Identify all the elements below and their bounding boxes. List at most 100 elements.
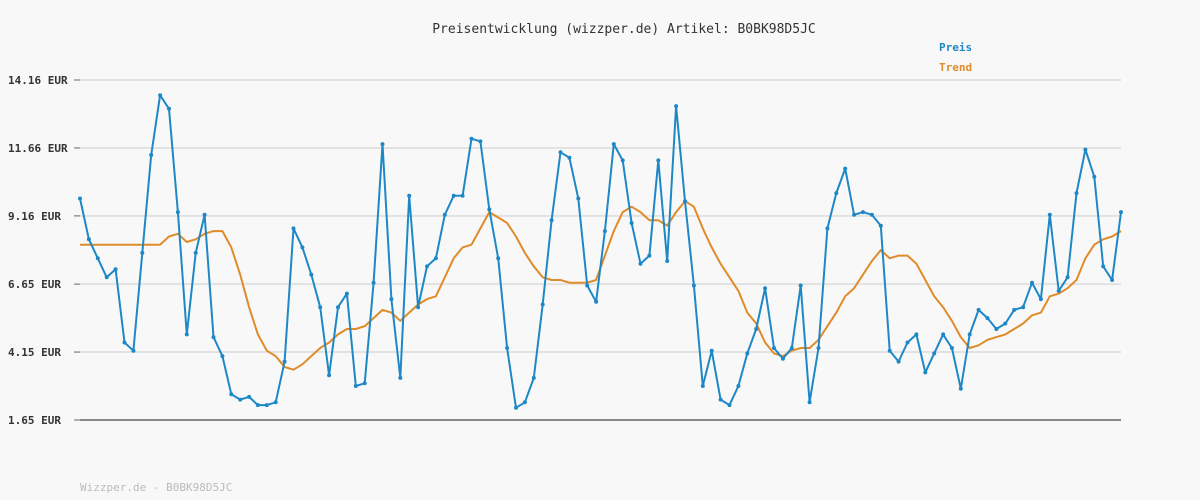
data-point-preis (718, 397, 723, 402)
data-point-preis (1047, 212, 1052, 217)
data-point-preis (149, 153, 154, 157)
data-point-preis (469, 136, 474, 141)
data-point-preis (620, 158, 625, 163)
data-point-preis (700, 384, 705, 388)
data-point-preis (309, 272, 314, 277)
data-point-preis (896, 359, 901, 364)
data-point-preis (522, 400, 527, 405)
data-point-preis (505, 346, 510, 350)
data-point-preis (763, 286, 768, 291)
data-point-preis (1101, 264, 1106, 269)
legend-item-trend: Trend (939, 61, 972, 74)
chart-title: Preisentwicklung (wizzper.de) Artikel: B… (432, 22, 816, 37)
data-point-preis (255, 403, 260, 408)
data-point-preis (923, 370, 928, 375)
data-point-preis (416, 305, 421, 310)
data-point-preis (300, 245, 305, 250)
data-point-preis (602, 229, 607, 234)
data-point-preis (807, 400, 812, 405)
legend: Preis Trend (939, 41, 972, 74)
data-point-preis (843, 166, 848, 171)
data-point-preis (344, 291, 349, 296)
data-point-preis (949, 346, 954, 350)
data-point-preis (611, 142, 616, 147)
legend-item-preis: Preis (939, 41, 972, 54)
footer-text: Wizzper.de - B0BK98D5JC (80, 481, 232, 494)
data-point-preis (629, 221, 634, 225)
data-point-preis (398, 375, 403, 380)
data-point-preis (451, 193, 456, 198)
data-point-preis (95, 256, 100, 261)
data-point-preis (1092, 174, 1097, 179)
data-point-preis (834, 191, 839, 196)
data-point-preis (647, 253, 652, 258)
data-point-preis (852, 212, 857, 217)
data-point-preis (247, 394, 252, 399)
data-point-preis (291, 226, 296, 231)
y-tick-label: 11.66 EUR (8, 142, 68, 155)
series-layer (78, 93, 1123, 410)
data-point-preis (683, 199, 687, 204)
data-point-preis (985, 316, 990, 321)
data-point-preis (772, 346, 776, 350)
data-point-preis (362, 381, 367, 386)
data-point-preis (1012, 307, 1017, 312)
data-point-preis (567, 155, 572, 160)
data-point-preis (193, 250, 198, 255)
data-point-preis (656, 158, 661, 163)
data-point-preis (941, 332, 946, 337)
data-point-preis (914, 332, 919, 337)
data-point-preis (389, 297, 394, 302)
data-point-preis (220, 354, 225, 359)
data-point-preis (878, 223, 883, 228)
data-point-preis (958, 386, 963, 391)
data-point-preis (1003, 321, 1008, 326)
data-point-preis (1110, 278, 1115, 282)
data-point-preis (327, 373, 332, 378)
price-chart: Preisentwicklung (wizzper.de) Artikel: B… (8, 22, 1123, 494)
data-point-preis (86, 237, 91, 242)
data-point-preis (789, 346, 794, 350)
data-point-preis (905, 340, 910, 345)
data-point-preis (131, 348, 136, 353)
data-point-preis (167, 106, 171, 111)
data-point-preis (442, 212, 447, 217)
grid (80, 79, 1121, 354)
series-line-trend (80, 200, 1122, 371)
data-point-preis (229, 392, 234, 397)
data-point-preis (638, 261, 643, 266)
data-point-preis (487, 207, 492, 212)
y-tick-label: 14.16 EUR (8, 74, 68, 87)
data-point-preis (371, 280, 376, 285)
y-tick-label: 1.65 EUR (8, 414, 61, 427)
data-point-preis (140, 250, 145, 255)
data-point-preis (1030, 280, 1034, 285)
data-point-preis (1065, 275, 1070, 280)
data-point-preis (585, 283, 590, 288)
data-point-preis (967, 332, 972, 337)
y-tick-label: 6.65 EUR (8, 278, 61, 291)
data-point-preis (994, 327, 999, 331)
data-point-preis (336, 305, 340, 310)
data-point-preis (594, 299, 599, 304)
y-tick-label: 9.16 EUR (8, 210, 61, 223)
data-point-preis (709, 348, 714, 353)
data-point-preis (264, 403, 269, 408)
data-point-preis (211, 335, 216, 340)
data-point-preis (353, 384, 358, 388)
data-point-preis (78, 196, 82, 201)
data-point-preis (887, 348, 892, 353)
data-point-preis (932, 351, 937, 356)
data-point-preis (558, 150, 563, 155)
data-point-preis (869, 212, 874, 217)
data-point-preis (514, 405, 518, 410)
data-point-preis (1083, 147, 1088, 152)
data-point-preis (273, 400, 278, 405)
data-point-preis (380, 142, 385, 147)
data-point-preis (825, 226, 830, 231)
data-point-preis (425, 264, 429, 269)
data-point-preis (184, 332, 189, 337)
data-point-preis (1074, 191, 1079, 196)
data-point-preis (238, 397, 243, 402)
data-point-preis (736, 384, 741, 388)
